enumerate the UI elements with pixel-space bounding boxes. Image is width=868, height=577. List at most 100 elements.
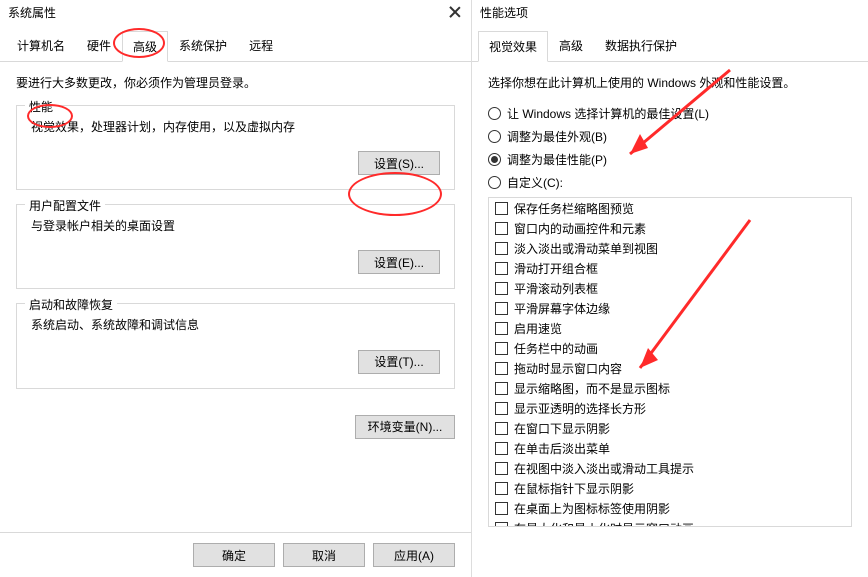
checkbox-label: 显示亚透明的选择长方形 bbox=[514, 400, 646, 417]
checkbox-label: 显示缩略图，而不是显示图标 bbox=[514, 380, 670, 397]
checkbox-row[interactable]: 启用速览 bbox=[489, 318, 851, 338]
legend-user-profiles: 用户配置文件 bbox=[25, 197, 105, 214]
radio-custom[interactable]: 自定义(C): bbox=[488, 174, 852, 191]
checkbox-row[interactable]: 拖动时显示窗口内容 bbox=[489, 358, 851, 378]
checkbox-input[interactable] bbox=[495, 222, 508, 235]
checkbox-label: 在视图中淡入淡出或滑动工具提示 bbox=[514, 460, 694, 477]
checkbox-input[interactable] bbox=[495, 502, 508, 515]
tab-hardware[interactable]: 硬件 bbox=[76, 30, 122, 61]
content-right: 选择你想在此计算机上使用的 Windows 外观和性能设置。 让 Windows… bbox=[472, 62, 868, 545]
fieldset-user-profiles: 用户配置文件 与登录帐户相关的桌面设置 设置(E)... bbox=[16, 204, 455, 289]
checkbox-row[interactable]: 窗口内的动画控件和元素 bbox=[489, 218, 851, 238]
checkbox-input[interactable] bbox=[495, 402, 508, 415]
tab-visual-effects[interactable]: 视觉效果 bbox=[478, 31, 548, 62]
tabs-right: 视觉效果 高级 数据执行保护 bbox=[472, 32, 868, 62]
checkbox-label: 保存任务栏缩略图预览 bbox=[514, 200, 634, 217]
checkbox-row[interactable]: 平滑滚动列表框 bbox=[489, 278, 851, 298]
checkbox-label: 窗口内的动画控件和元素 bbox=[514, 220, 646, 237]
checkbox-label: 平滑屏幕字体边缘 bbox=[514, 300, 610, 317]
checkbox-input[interactable] bbox=[495, 282, 508, 295]
checkbox-input[interactable] bbox=[495, 242, 508, 255]
checkbox-input[interactable] bbox=[495, 462, 508, 475]
checkbox-label: 在最大化和最小化时显示窗口动画 bbox=[514, 520, 694, 528]
settings-button-performance[interactable]: 设置(S)... bbox=[358, 151, 440, 175]
checkbox-input[interactable] bbox=[495, 382, 508, 395]
checkbox-row[interactable]: 在鼠标指针下显示阴影 bbox=[489, 478, 851, 498]
legend-startup-recovery: 启动和故障恢复 bbox=[25, 296, 117, 313]
checkbox-input[interactable] bbox=[495, 342, 508, 355]
cancel-button[interactable]: 取消 bbox=[283, 543, 365, 567]
desc-performance: 视觉效果，处理器计划，内存使用，以及虚拟内存 bbox=[31, 118, 440, 137]
apply-button[interactable]: 应用(A) bbox=[373, 543, 455, 567]
radio-best-appearance[interactable]: 调整为最佳外观(B) bbox=[488, 128, 852, 145]
checkbox-row[interactable]: 保存任务栏缩略图预览 bbox=[489, 198, 851, 218]
title-right: 性能选项 bbox=[480, 6, 528, 20]
settings-button-user-profiles[interactable]: 设置(E)... bbox=[358, 250, 440, 274]
tab-dep[interactable]: 数据执行保护 bbox=[594, 30, 688, 61]
fieldset-performance: 性能 视觉效果，处理器计划，内存使用，以及虚拟内存 设置(S)... bbox=[16, 105, 455, 190]
checkbox-input[interactable] bbox=[495, 322, 508, 335]
radio-label: 调整为最佳性能(P) bbox=[507, 151, 607, 168]
titlebar-left: 系统属性 bbox=[0, 0, 471, 26]
tab-computer-name[interactable]: 计算机名 bbox=[6, 30, 76, 61]
checkbox-label: 任务栏中的动画 bbox=[514, 340, 598, 357]
checkbox-row[interactable]: 在视图中淡入淡出或滑动工具提示 bbox=[489, 458, 851, 478]
admin-note: 要进行大多数更改，你必须作为管理员登录。 bbox=[16, 74, 455, 91]
legend-performance: 性能 bbox=[25, 98, 57, 115]
footer-buttons-left: 确定 取消 应用(A) bbox=[0, 532, 471, 577]
performance-options-window: 性能选项 视觉效果 高级 数据执行保护 选择你想在此计算机上使用的 Window… bbox=[472, 0, 868, 577]
checkbox-row[interactable]: 淡入淡出或滑动菜单到视图 bbox=[489, 238, 851, 258]
radio-input-best-appearance[interactable] bbox=[488, 130, 501, 143]
tab-advanced-right[interactable]: 高级 bbox=[548, 30, 594, 61]
radio-input-custom[interactable] bbox=[488, 176, 501, 189]
checkbox-row[interactable]: 在单击后淡出菜单 bbox=[489, 438, 851, 458]
checkbox-row[interactable]: 在桌面上为图标标签使用阴影 bbox=[489, 498, 851, 518]
checkbox-input[interactable] bbox=[495, 202, 508, 215]
checkbox-label: 平滑滚动列表框 bbox=[514, 280, 598, 297]
checkbox-label: 在单击后淡出菜单 bbox=[514, 440, 610, 457]
title-left: 系统属性 bbox=[8, 6, 56, 20]
fieldset-startup-recovery: 启动和故障恢复 系统启动、系统故障和调试信息 设置(T)... bbox=[16, 303, 455, 388]
radio-input-let-windows[interactable] bbox=[488, 107, 501, 120]
tab-advanced[interactable]: 高级 bbox=[122, 31, 168, 62]
checkbox-label: 在桌面上为图标标签使用阴影 bbox=[514, 500, 670, 517]
settings-button-startup-recovery[interactable]: 设置(T)... bbox=[358, 350, 440, 374]
radio-let-windows[interactable]: 让 Windows 选择计算机的最佳设置(L) bbox=[488, 105, 852, 122]
visual-effects-checklist[interactable]: 保存任务栏缩略图预览窗口内的动画控件和元素淡入淡出或滑动菜单到视图滑动打开组合框… bbox=[488, 197, 852, 527]
checkbox-input[interactable] bbox=[495, 442, 508, 455]
close-icon[interactable] bbox=[447, 4, 463, 20]
checkbox-row[interactable]: 滑动打开组合框 bbox=[489, 258, 851, 278]
env-vars-button[interactable]: 环境变量(N)... bbox=[355, 415, 455, 439]
tab-system-protection[interactable]: 系统保护 bbox=[168, 30, 238, 61]
desc-user-profiles: 与登录帐户相关的桌面设置 bbox=[31, 217, 440, 236]
checkbox-input[interactable] bbox=[495, 362, 508, 375]
checkbox-label: 淡入淡出或滑动菜单到视图 bbox=[514, 240, 658, 257]
visual-intro: 选择你想在此计算机上使用的 Windows 外观和性能设置。 bbox=[488, 74, 852, 91]
tabs-left: 计算机名 硬件 高级 系统保护 远程 bbox=[0, 32, 471, 62]
checkbox-label: 启用速览 bbox=[514, 320, 562, 337]
checkbox-row[interactable]: 显示亚透明的选择长方形 bbox=[489, 398, 851, 418]
system-properties-window: 系统属性 计算机名 硬件 高级 系统保护 远程 要进行大多数更改，你必须作为管理… bbox=[0, 0, 472, 577]
checkbox-label: 滑动打开组合框 bbox=[514, 260, 598, 277]
checkbox-input[interactable] bbox=[495, 482, 508, 495]
checkbox-input[interactable] bbox=[495, 302, 508, 315]
checkbox-input[interactable] bbox=[495, 522, 508, 528]
ok-button[interactable]: 确定 bbox=[193, 543, 275, 567]
checkbox-label: 在鼠标指针下显示阴影 bbox=[514, 480, 634, 497]
checkbox-row[interactable]: 任务栏中的动画 bbox=[489, 338, 851, 358]
checkbox-row[interactable]: 平滑屏幕字体边缘 bbox=[489, 298, 851, 318]
checkbox-row[interactable]: 在最大化和最小化时显示窗口动画 bbox=[489, 518, 851, 527]
checkbox-label: 在窗口下显示阴影 bbox=[514, 420, 610, 437]
checkbox-input[interactable] bbox=[495, 262, 508, 275]
checkbox-label: 拖动时显示窗口内容 bbox=[514, 360, 622, 377]
checkbox-row[interactable]: 显示缩略图，而不是显示图标 bbox=[489, 378, 851, 398]
radio-label: 自定义(C): bbox=[507, 174, 563, 191]
checkbox-input[interactable] bbox=[495, 422, 508, 435]
checkbox-row[interactable]: 在窗口下显示阴影 bbox=[489, 418, 851, 438]
tab-remote[interactable]: 远程 bbox=[238, 30, 284, 61]
radio-best-performance[interactable]: 调整为最佳性能(P) bbox=[488, 151, 852, 168]
content-left: 要进行大多数更改，你必须作为管理员登录。 性能 视觉效果，处理器计划，内存使用，… bbox=[0, 62, 471, 411]
titlebar-right: 性能选项 bbox=[472, 0, 868, 26]
radio-input-best-performance[interactable] bbox=[488, 153, 501, 166]
desc-startup-recovery: 系统启动、系统故障和调试信息 bbox=[31, 316, 440, 335]
